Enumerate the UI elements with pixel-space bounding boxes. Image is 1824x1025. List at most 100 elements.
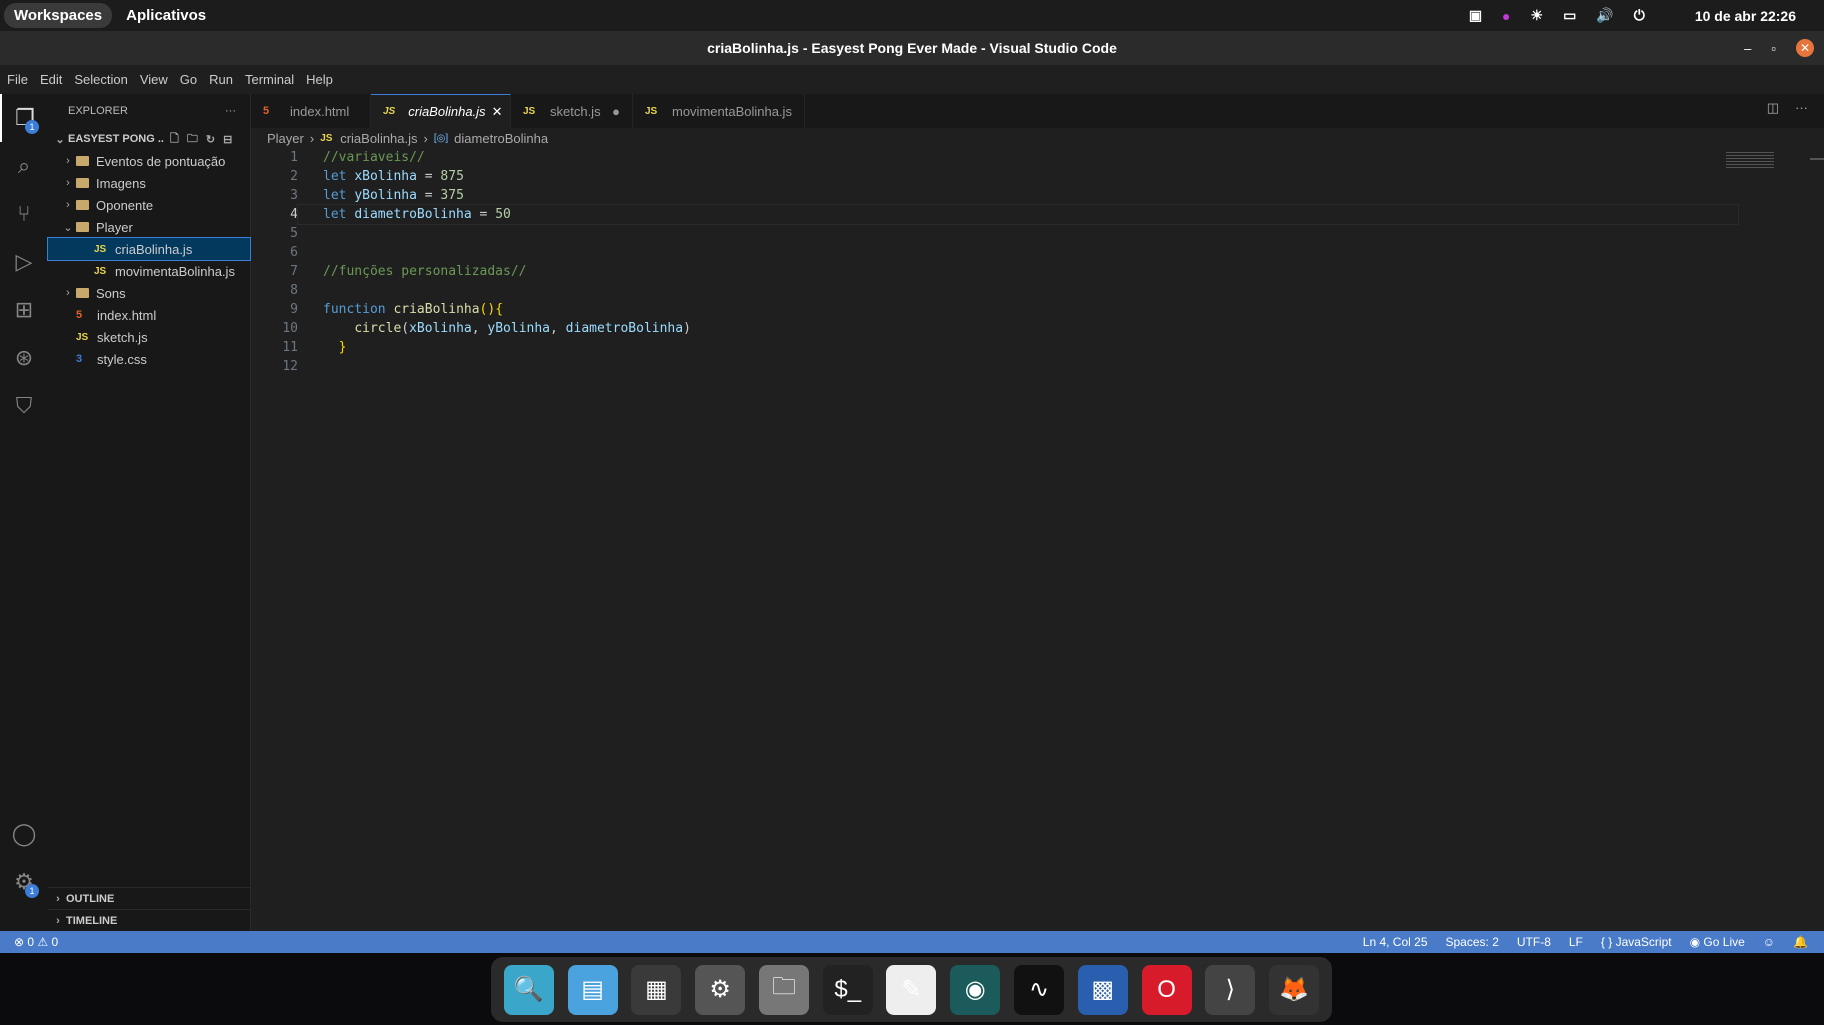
close-icon[interactable]: ✕	[492, 104, 503, 120]
code-line[interactable]: 8	[251, 281, 1824, 300]
menu-selection[interactable]: Selection	[74, 72, 127, 87]
maximize-button[interactable]: ▫	[1771, 41, 1776, 56]
tab[interactable]: 5 index.html	[251, 94, 371, 128]
gear-icon[interactable]: ⚙ 1	[0, 858, 48, 906]
encoding[interactable]: UTF-8	[1517, 935, 1551, 949]
search-app-icon[interactable]: 🔍	[503, 964, 554, 1015]
text-editor-app-icon[interactable]: ✎	[886, 964, 937, 1015]
tree-item[interactable]: JS movimentaBolinha.js	[48, 260, 250, 282]
tree-item[interactable]: ⌄ Player	[48, 216, 250, 238]
workspaces-button[interactable]: Workspaces	[4, 3, 113, 28]
code-editor[interactable]: Player › JS criaBolinha.js › [◎] diametroB…	[251, 128, 1824, 931]
volume-icon[interactable]: 🔊	[1596, 7, 1613, 24]
go-live-button[interactable]: ◉ Go Live	[1690, 935, 1745, 949]
monitor-app-icon[interactable]: ◉	[950, 964, 1001, 1015]
menu-help[interactable]: Help	[306, 72, 333, 87]
minimize-button[interactable]: –	[1744, 41, 1751, 56]
menu-file[interactable]: File	[7, 72, 28, 87]
tree-item[interactable]: › Imagens	[48, 172, 250, 194]
more-icon[interactable]: ···	[1795, 100, 1808, 116]
window-icon[interactable]: ▭	[1563, 7, 1576, 24]
minimap[interactable]	[1726, 152, 1774, 170]
code-line[interactable]: 3 let yBolinha = 375	[251, 186, 1824, 205]
new-file-icon[interactable]: 🗋	[170, 130, 179, 149]
code-text: let xBolinha = 875	[323, 169, 464, 184]
code-text: function criaBolinha(){	[323, 302, 504, 317]
menu-edit[interactable]: Edit	[40, 72, 62, 87]
status-bar: ⊗ 0 ⚠ 0 Ln 4, Col 25 Spaces: 2 UTF-8 LF …	[0, 931, 1824, 953]
system-monitor-app-icon[interactable]: ∿	[1014, 964, 1064, 1015]
project-root[interactable]: ⌄ EASYEST PONG ... 🗋 🗀 ↻ ⊟	[48, 128, 250, 150]
clock[interactable]: 10 de abr 22:26	[1695, 8, 1796, 24]
more-actions-icon[interactable]: ···	[225, 105, 236, 117]
tree-item[interactable]: › Oponente	[48, 194, 250, 216]
code-line[interactable]: 12	[251, 357, 1824, 376]
code-line[interactable]: 9 function criaBolinha(){	[251, 300, 1824, 319]
refresh-icon[interactable]: ↻	[206, 133, 215, 146]
app-indicator-icon[interactable]: ●	[1502, 8, 1510, 24]
explorer-icon[interactable]: ❐ 1	[0, 94, 48, 142]
apps-button[interactable]: Aplicativos	[126, 7, 206, 24]
source-control-icon[interactable]: ⑂	[0, 190, 48, 238]
tab[interactable]: JS criaBolinha.js ✕	[371, 94, 511, 128]
code-line[interactable]: 4 let diametroBolinha = 50	[251, 204, 1824, 225]
search-icon[interactable]: ⌕	[0, 142, 48, 190]
tree-item[interactable]: JS criaBolinha.js	[47, 237, 251, 261]
timeline-section[interactable]: › TIMELINE	[48, 909, 250, 931]
modified-dot-icon[interactable]: ●	[612, 104, 620, 119]
tree-item-label: Oponente	[96, 197, 154, 213]
terminal-app-icon[interactable]: $_	[822, 964, 873, 1015]
feedback-icon[interactable]: ☺	[1763, 935, 1775, 949]
collapse-all-icon[interactable]: ⊟	[223, 133, 232, 146]
settings-app-icon[interactable]: ⚙	[695, 964, 746, 1015]
language-mode[interactable]: { } JavaScript	[1601, 935, 1672, 949]
brightness-icon[interactable]: ☀	[1531, 7, 1544, 24]
extensions-icon[interactable]: ⊞	[0, 286, 48, 334]
run-debug-icon[interactable]: ▷	[0, 238, 48, 286]
outline-section[interactable]: › OUTLINE	[48, 887, 250, 909]
account-icon[interactable]: ◯	[0, 810, 48, 858]
tab[interactable]: JS movimentaBolinha.js	[633, 94, 805, 128]
menu-run[interactable]: Run	[209, 72, 233, 87]
git-graph-icon[interactable]: ⊛	[0, 334, 48, 382]
bookmark-icon[interactable]: ⛉	[0, 382, 48, 430]
split-editor-icon[interactable]: ◫	[1767, 100, 1779, 116]
scrollbar[interactable]	[1810, 158, 1824, 198]
code-line[interactable]: 10 circle(xBolinha, yBolinha, diametroBo…	[251, 319, 1824, 338]
code-line[interactable]: 5	[251, 224, 1824, 243]
menu-go[interactable]: Go	[180, 72, 197, 87]
tree-item[interactable]: JS sketch.js	[48, 326, 250, 348]
bell-icon[interactable]: 🔔	[1793, 935, 1808, 949]
breadcrumb-file[interactable]: criaBolinha.js	[340, 131, 417, 146]
code-line[interactable]: 1 //variaveis//	[251, 148, 1824, 167]
power-icon[interactable]: ⏻	[1634, 7, 1645, 24]
code-line[interactable]: 6	[251, 243, 1824, 262]
tree-item[interactable]: 3 style.css	[48, 348, 250, 370]
tree-item[interactable]: › Sons	[48, 282, 250, 304]
file-manager-app-icon[interactable]: 🗀	[758, 964, 809, 1015]
opera-app-icon[interactable]: O	[1141, 964, 1192, 1015]
end-of-line[interactable]: LF	[1569, 935, 1583, 949]
tree-item[interactable]: 5 index.html	[48, 304, 250, 326]
problems-status[interactable]: ⊗ 0 ⚠ 0	[14, 935, 58, 949]
tree-item[interactable]: › Eventos de pontuação	[48, 150, 250, 172]
menu-view[interactable]: View	[140, 72, 168, 87]
menu-terminal[interactable]: Terminal	[245, 72, 294, 87]
vscode-app-icon[interactable]: ⟩	[1205, 964, 1256, 1015]
close-window-button[interactable]: ✕	[1796, 39, 1814, 57]
breadcrumb-folder[interactable]: Player	[267, 131, 304, 146]
file-tree: › Eventos de pontuação › Imagens › Oponente ⌄ P…	[47, 150, 251, 370]
display-icon[interactable]: ▣	[1469, 7, 1482, 24]
files-manager-app-icon[interactable]: ▤	[567, 964, 618, 1015]
code-line[interactable]: 11 }	[251, 338, 1824, 357]
cursor-position[interactable]: Ln 4, Col 25	[1363, 935, 1428, 949]
breadcrumb-symbol[interactable]: diametroBolinha	[454, 131, 548, 146]
new-folder-icon[interactable]: 🗀	[187, 130, 198, 149]
tab[interactable]: JS sketch.js ●	[511, 94, 633, 128]
checkerboard-app-icon[interactable]: ▩	[1077, 964, 1128, 1015]
firefox-app-icon[interactable]: 🦊	[1269, 964, 1320, 1015]
code-line[interactable]: 2 let xBolinha = 875	[251, 167, 1824, 186]
indentation[interactable]: Spaces: 2	[1446, 935, 1499, 949]
code-line[interactable]: 7 //funções personalizadas//	[251, 262, 1824, 281]
app-grid-app-icon[interactable]: ▦	[631, 964, 682, 1015]
